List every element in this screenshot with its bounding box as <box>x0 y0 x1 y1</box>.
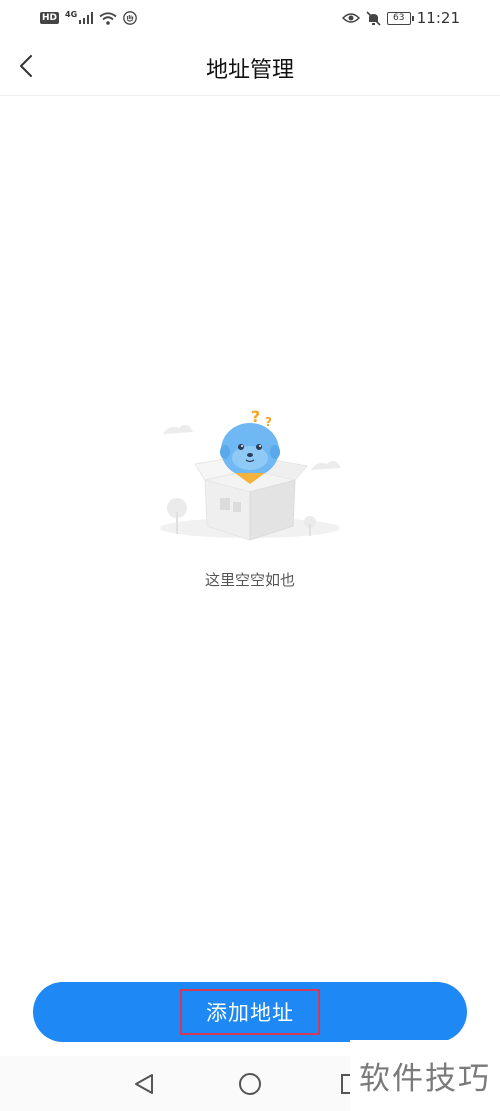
app-header: 地址管理 <box>0 36 500 96</box>
empty-state-illustration: ? ? <box>160 407 341 541</box>
triangle-back-icon[interactable] <box>130 1070 158 1098</box>
cloud-left-icon <box>163 424 193 434</box>
battery-icon: 63 <box>386 11 414 25</box>
wifi-icon <box>99 11 117 25</box>
page-title: 地址管理 <box>205 58 294 83</box>
cloud-right-icon <box>311 460 341 470</box>
status-bar-left: HD 4G <box>40 9 138 25</box>
hand-icon <box>123 11 138 25</box>
add-address-button-label: 添加地址 <box>180 989 320 1035</box>
status-bar-right: 63 11:21 <box>341 9 460 27</box>
mute-icon <box>366 10 381 26</box>
watermark: 软件技巧 <box>350 1040 500 1111</box>
question-mark-icon: ? <box>265 415 272 429</box>
add-address-button[interactable]: 添加地址 <box>33 982 467 1042</box>
status-time: 11:21 <box>416 9 460 27</box>
empty-state-message: 这里空空如也 <box>204 571 295 589</box>
hd-badge: HD <box>40 12 60 24</box>
eye-icon <box>341 13 360 23</box>
circle-home-icon[interactable] <box>236 1070 264 1098</box>
network-type: 4G <box>65 9 78 19</box>
question-mark-icon: ? <box>251 407 260 426</box>
status-bar: HD 4G 63 11:21 <box>0 0 500 36</box>
signal-icon <box>79 12 94 24</box>
